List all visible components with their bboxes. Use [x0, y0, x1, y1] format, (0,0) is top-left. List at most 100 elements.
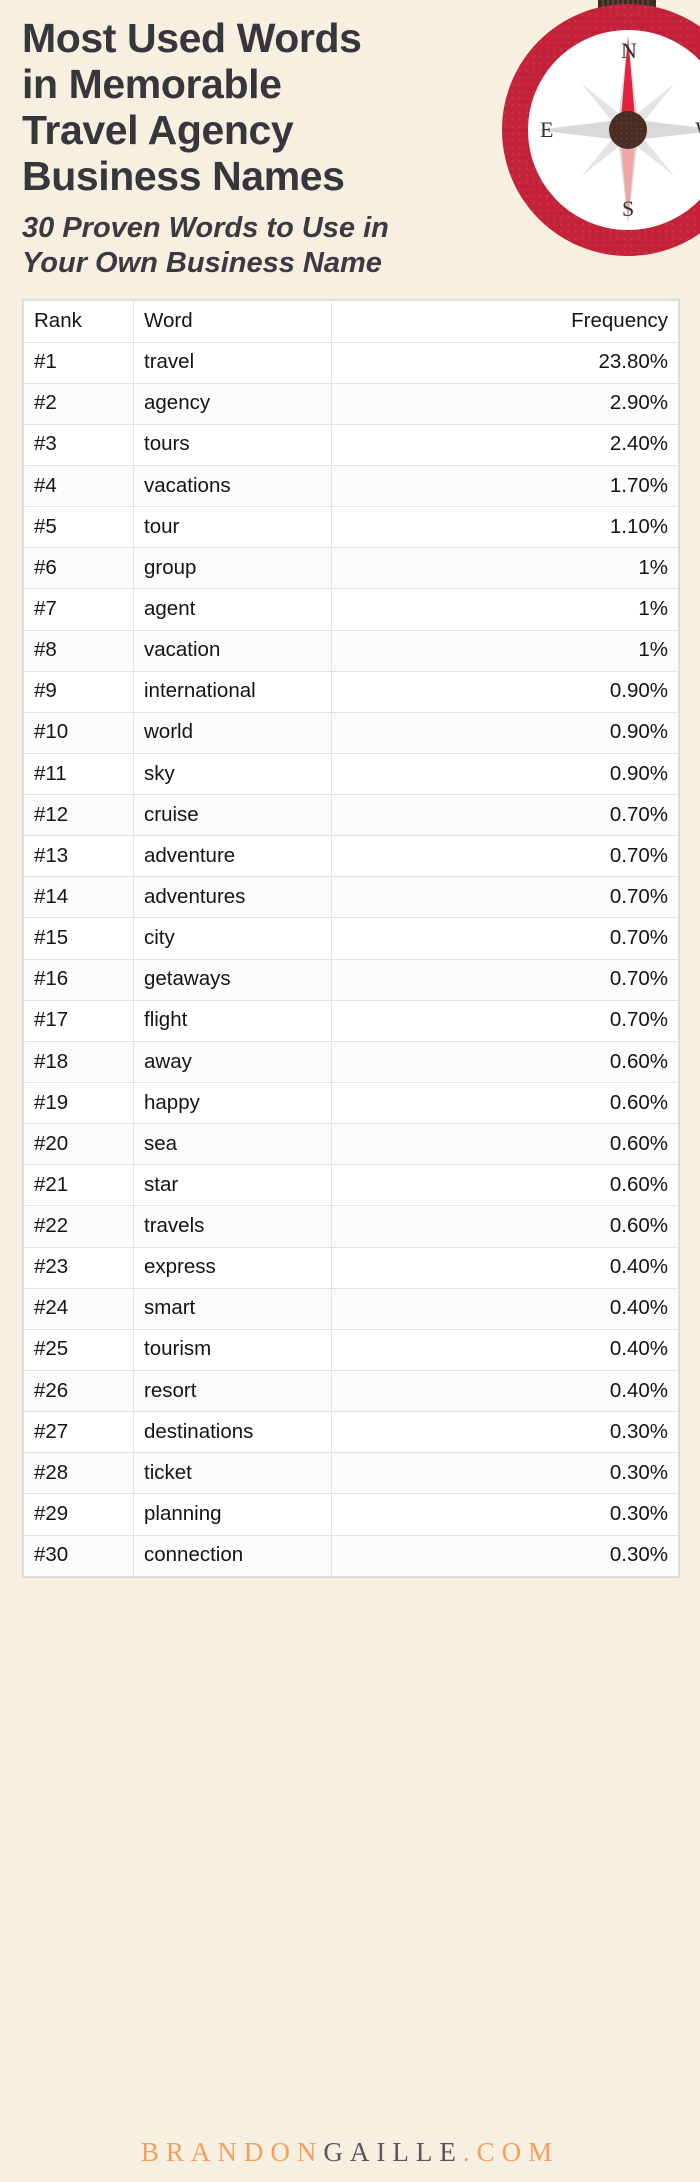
cell-word: away — [133, 1040, 332, 1084]
cell-word: express — [133, 1246, 332, 1289]
cell-frequency: 0.30% — [331, 1411, 679, 1454]
table-row: #20 sea 0.60% — [23, 1123, 679, 1166]
table-row: #10 world 0.90% — [23, 711, 679, 754]
table-row: #9 international 0.90% — [23, 670, 679, 713]
table-row: #27 destinations 0.30% — [23, 1411, 679, 1454]
table-row: #14 adventures 0.70% — [23, 876, 679, 919]
cell-frequency: 1.70% — [331, 464, 679, 508]
cell-rank: #13 — [23, 835, 134, 878]
page-subtitle: 30 Proven Words to Use in Your Own Busin… — [22, 211, 522, 282]
cell-rank: #25 — [23, 1328, 134, 1372]
cell-word: sea — [133, 1123, 332, 1166]
page-title-line-4: Business Names — [22, 152, 345, 199]
cell-frequency: 0.40% — [331, 1370, 679, 1413]
cell-word: world — [133, 711, 332, 754]
brand-tld: .COM — [462, 2137, 560, 2167]
cell-word: smart — [133, 1287, 332, 1330]
cell-frequency: 2.90% — [331, 382, 679, 425]
cell-frequency: 0.60% — [331, 1205, 679, 1248]
table-row: #29 planning 0.30% — [23, 1493, 679, 1536]
page-title-line-3: Travel Agency — [22, 106, 294, 153]
cell-rank: #5 — [23, 506, 134, 549]
cell-rank: #24 — [23, 1287, 134, 1330]
cell-word: international — [133, 670, 332, 713]
cell-frequency: 1% — [331, 629, 679, 672]
word-frequency-table: Rank Word Frequency #1 travel 23.80% #2 agen… — [23, 300, 679, 1577]
column-header-word: Word — [133, 300, 332, 343]
table-row: #8 vacation 1% — [23, 629, 679, 672]
cell-word: sky — [133, 752, 332, 796]
cell-rank: #17 — [23, 999, 134, 1042]
cell-word: happy — [133, 1082, 332, 1125]
cell-frequency: 23.80% — [331, 341, 679, 384]
table-row: #12 cruise 0.70% — [23, 794, 679, 837]
table-row: #4 vacations 1.70% — [23, 464, 679, 508]
cell-rank: #29 — [23, 1493, 134, 1536]
table-row: #30 connection 0.30% — [23, 1534, 679, 1577]
header: Most Used Words in Memorable Travel Agen… — [0, 0, 700, 281]
cell-rank: #22 — [23, 1205, 134, 1248]
cell-word: cruise — [133, 794, 332, 837]
cell-rank: #18 — [23, 1040, 134, 1084]
table-header-row: Rank Word Frequency — [23, 300, 679, 343]
table-row: #21 star 0.60% — [23, 1164, 679, 1207]
cell-frequency: 0.60% — [331, 1164, 679, 1207]
cell-word: flight — [133, 999, 332, 1042]
brand-name-last: GAILLE — [323, 2137, 463, 2167]
cell-rank: #2 — [23, 382, 134, 425]
infographic-root: N E S W Most Used Words in Memorable Tra… — [0, 0, 700, 2182]
table-row: #19 happy 0.60% — [23, 1082, 679, 1125]
table-row: #26 resort 0.40% — [23, 1370, 679, 1413]
cell-word: tour — [133, 506, 332, 549]
cell-word: group — [133, 547, 332, 590]
table-row: #11 sky 0.90% — [23, 752, 679, 796]
cell-rank: #16 — [23, 958, 134, 1001]
table-row: #2 agency 2.90% — [23, 382, 679, 425]
table-row: #3 tours 2.40% — [23, 423, 679, 466]
cell-frequency: 0.90% — [331, 711, 679, 754]
cell-frequency: 0.30% — [331, 1534, 679, 1577]
cell-frequency: 0.60% — [331, 1040, 679, 1084]
table-row: #6 group 1% — [23, 547, 679, 590]
cell-frequency: 0.70% — [331, 917, 679, 960]
cell-rank: #9 — [23, 670, 134, 713]
cell-rank: #27 — [23, 1411, 134, 1454]
cell-rank: #14 — [23, 876, 134, 919]
cell-rank: #3 — [23, 423, 134, 466]
cell-rank: #15 — [23, 917, 134, 960]
cell-word: adventures — [133, 876, 332, 919]
column-header-rank: Rank — [23, 300, 134, 343]
cell-rank: #21 — [23, 1164, 134, 1207]
cell-word: planning — [133, 1493, 332, 1536]
cell-word: resort — [133, 1370, 332, 1413]
cell-word: vacations — [133, 464, 332, 508]
page-title: Most Used Words in Memorable Travel Agen… — [22, 15, 452, 200]
table-body: #1 travel 23.80% #2 agency 2.90% #3 tours 2.40% #… — [23, 341, 679, 1577]
cell-word: destinations — [133, 1411, 332, 1454]
cell-rank: #1 — [23, 341, 134, 384]
cell-word: city — [133, 917, 332, 960]
table-row: #18 away 0.60% — [23, 1040, 679, 1084]
cell-frequency: 0.70% — [331, 794, 679, 837]
cell-rank: #4 — [23, 464, 134, 508]
table-row: #24 smart 0.40% — [23, 1287, 679, 1330]
cell-frequency: 0.40% — [331, 1328, 679, 1372]
cell-frequency: 1% — [331, 588, 679, 631]
cell-rank: #19 — [23, 1082, 134, 1125]
cell-word: ticket — [133, 1452, 332, 1495]
cell-word: tours — [133, 423, 332, 466]
cell-frequency: 1.10% — [331, 506, 679, 549]
cell-frequency: 0.90% — [331, 670, 679, 713]
cell-word: agent — [133, 588, 332, 631]
cell-word: getaways — [133, 958, 332, 1001]
cell-rank: #20 — [23, 1123, 134, 1166]
cell-word: travel — [133, 341, 332, 384]
table-head: Rank Word Frequency — [23, 300, 679, 343]
word-frequency-table-container: Rank Word Frequency #1 travel 23.80% #2 agen… — [22, 299, 680, 1578]
cell-word: travels — [133, 1205, 332, 1248]
footer-branding: BRANDONGAILLE.COM — [0, 2137, 700, 2168]
cell-word: vacation — [133, 629, 332, 672]
cell-frequency: 0.30% — [331, 1452, 679, 1495]
cell-word: connection — [133, 1534, 332, 1577]
cell-frequency: 1% — [331, 547, 679, 590]
